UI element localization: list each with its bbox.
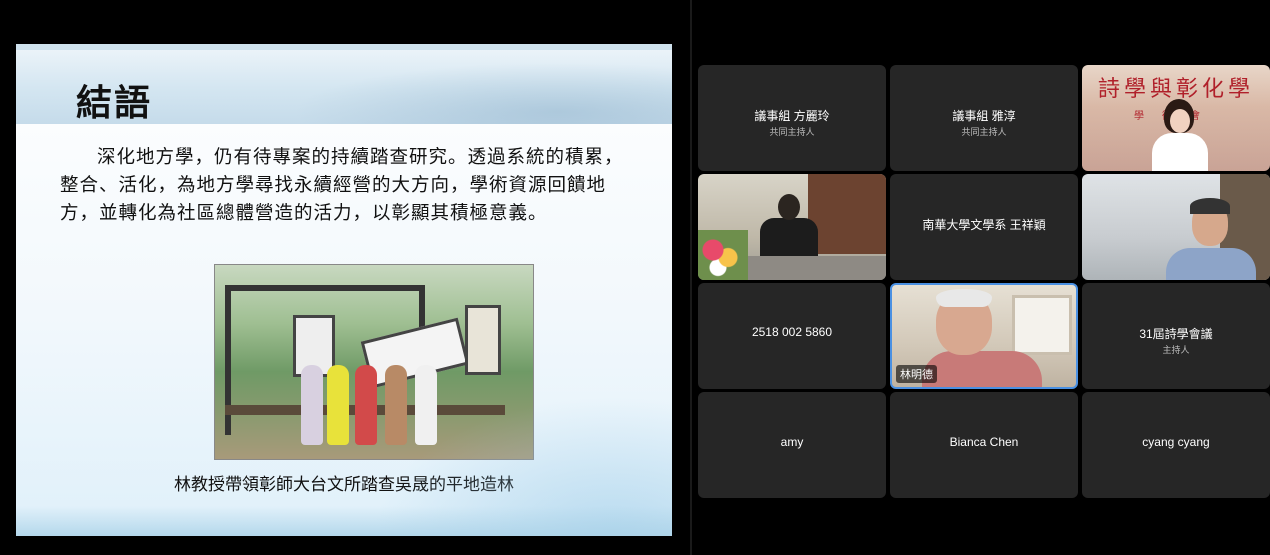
participant-role: 共同主持人 — [769, 127, 815, 137]
video-person — [760, 218, 818, 258]
participant-tile[interactable]: amy — [698, 392, 886, 498]
slide-wave-decoration — [16, 506, 672, 536]
participant-name: cyang cyang — [1142, 435, 1210, 449]
presentation-slide: 結語 深化地方學，仍有待專案的持續踏查研究。透過系統的積累，整合、活化，為地方學… — [16, 44, 672, 536]
participant-name: 議事組 雅淳 — [952, 109, 1016, 123]
video-person — [1190, 198, 1230, 214]
participant-tile[interactable]: 31屆詩學會議 主持人 — [1082, 283, 1270, 389]
slide-title: 結語 — [76, 82, 153, 124]
participant-tile[interactable]: Bianca Chen — [890, 392, 1078, 498]
participant-name: amy — [780, 435, 804, 449]
participant-video-tile[interactable]: 詩學與彰化學 學術會 — [1082, 65, 1270, 171]
participant-name: 2518 002 5860 — [751, 325, 833, 339]
video-desk — [748, 256, 886, 280]
photo-person — [327, 365, 349, 445]
participant-tile[interactable]: 議事組 方麗玲 共同主持人 — [698, 65, 886, 171]
shared-screen: 結語 深化地方學，仍有待專案的持續踏查研究。透過系統的積累，整合、活化，為地方學… — [0, 0, 690, 555]
video-person — [1170, 109, 1190, 133]
participant-name: 31屆詩學會議 — [1139, 327, 1213, 341]
participant-tile[interactable]: cyang cyang — [1082, 392, 1270, 498]
participant-name-tag: 林明德 — [896, 365, 937, 383]
participant-tile[interactable]: 2518 002 5860 — [698, 283, 886, 389]
video-person — [1166, 248, 1256, 280]
video-person — [778, 194, 800, 220]
photo-person — [301, 365, 323, 445]
active-speaker-tile[interactable]: 林明德 — [890, 283, 1078, 389]
video-person — [1152, 133, 1208, 171]
video-background — [808, 174, 886, 254]
photo-sign — [465, 305, 501, 375]
participant-tile[interactable]: 南華大學文學系 王祥穎 — [890, 174, 1078, 280]
video-person — [936, 289, 992, 307]
participant-video-tile[interactable] — [698, 174, 886, 280]
participant-tile[interactable]: 議事組 雅淳 共同主持人 — [890, 65, 1078, 171]
participant-name: 南華大學文學系 王祥穎 — [922, 218, 1046, 232]
participant-role: 共同主持人 — [961, 127, 1007, 137]
video-person — [922, 351, 1042, 387]
participant-name: Bianca Chen — [949, 435, 1019, 449]
video-flowers — [698, 230, 748, 280]
participant-name: 議事組 方麗玲 — [754, 109, 830, 123]
participant-role: 主持人 — [1162, 345, 1190, 355]
video-background — [1012, 295, 1072, 355]
participant-video-tile[interactable] — [1082, 174, 1270, 280]
slide-body-text: 深化地方學，仍有待專案的持續踏查研究。透過系統的積累，整合、活化，為地方學尋找永… — [60, 147, 624, 224]
participant-gallery: 議事組 方麗玲 共同主持人 議事組 雅淳 共同主持人 詩學與彰化學 學術會 南華… — [692, 0, 1270, 555]
